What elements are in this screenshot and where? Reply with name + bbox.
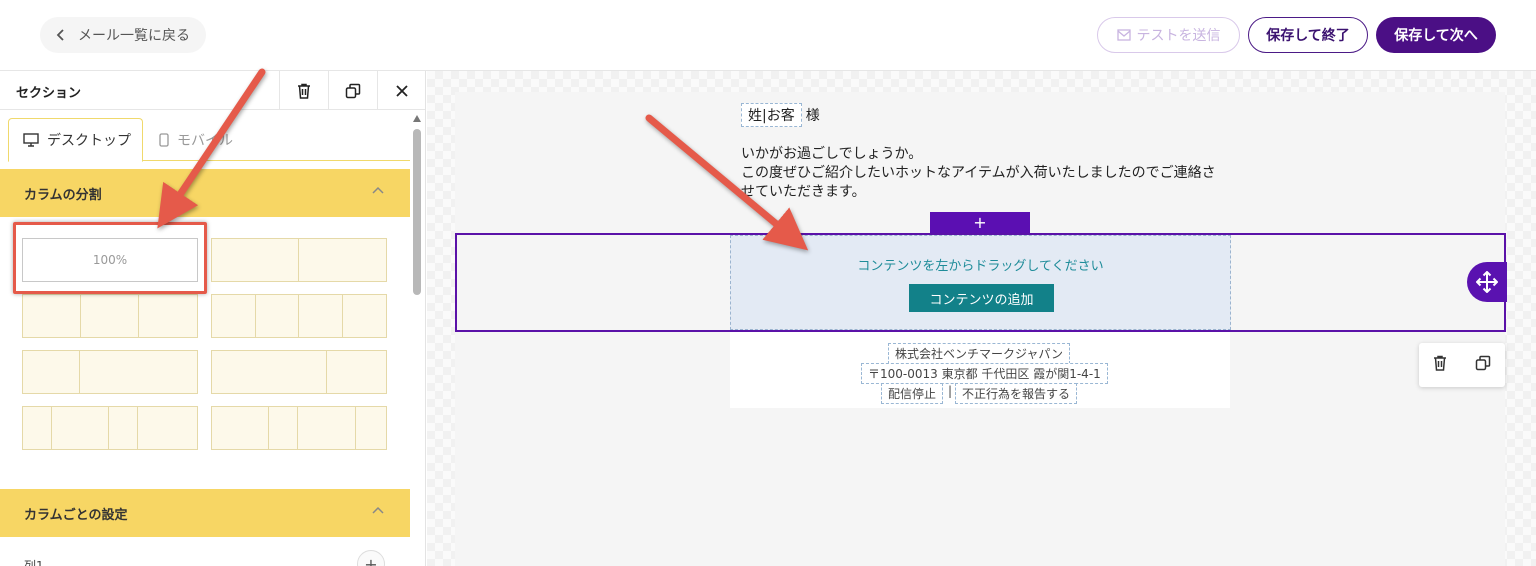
content-dropzone[interactable]: コンテンツを左からドラッグしてください コンテンツの追加: [730, 235, 1231, 330]
scroll-thumb[interactable]: [413, 129, 421, 295]
send-test-label: テストを送信: [1136, 28, 1221, 44]
footer-company[interactable]: 株式会社ベンチマークジャパン: [888, 343, 1071, 364]
panel-header: セクション: [0, 71, 425, 110]
close-icon: [395, 84, 408, 97]
mobile-icon: [159, 132, 169, 147]
desktop-icon: [23, 133, 39, 147]
intro-paragraph: いかがお過ごしでしょうか。 この度ぜひご紹介したいホットなアイテムが入荷いたしま…: [741, 145, 1221, 202]
unsubscribe-link[interactable]: 配信停止: [881, 383, 944, 404]
copy-icon: [345, 83, 360, 98]
chevron-up-icon: [372, 506, 384, 514]
tab-mobile[interactable]: モバイル: [145, 118, 265, 161]
save-and-exit-button[interactable]: 保存して終了: [1248, 17, 1368, 53]
section-settings-panel: セクション デスクトップ モバイル カラムの分割 100% カラムごとの設定 列…: [0, 71, 426, 566]
layout-option-33-33-33[interactable]: [22, 294, 198, 338]
delete-section-button[interactable]: [1433, 355, 1447, 375]
tab-desktop-label: デスクトップ: [47, 133, 131, 149]
column-settings-accordion[interactable]: カラムごとの設定: [0, 489, 410, 537]
move-arrows-icon: [1476, 271, 1498, 293]
footer-separator: |: [948, 384, 953, 398]
greeting-line: 姓|お客 様: [741, 103, 820, 127]
panel-title: セクション: [16, 86, 82, 101]
column-row-label: 列1: [24, 559, 44, 566]
layout-option-25x4[interactable]: [211, 294, 387, 338]
back-label: メール一覧に戻る: [78, 28, 190, 44]
back-to-mail-list-button[interactable]: メール一覧に戻る: [40, 17, 206, 53]
add-content-button[interactable]: コンテンツの追加: [909, 284, 1054, 312]
mail-icon: [1116, 29, 1131, 41]
column-split-accordion[interactable]: カラムの分割: [0, 169, 410, 217]
add-row-above-button[interactable]: +: [930, 212, 1030, 233]
merge-tag-last-name[interactable]: 姓|お客: [741, 103, 802, 127]
column-settings-heading: カラムごとの設定: [24, 507, 128, 523]
intro-line-1: いかがお過ごしでしょうか。: [741, 146, 923, 162]
tab-desktop[interactable]: デスクトップ: [8, 118, 143, 162]
email-footer: 株式会社ベンチマークジャパン 〒100-0013 東京都 千代田区 霞が関1-4…: [730, 332, 1230, 408]
trash-icon: [1434, 355, 1446, 371]
section-action-toolbar: [1419, 343, 1505, 387]
layout-option-67-33[interactable]: [211, 350, 387, 394]
close-panel-button[interactable]: [377, 71, 425, 110]
footer-address[interactable]: 〒100-0013 東京都 千代田区 霞が関1-4-1: [861, 363, 1108, 384]
save-and-next-button[interactable]: 保存して次へ: [1376, 17, 1496, 53]
device-tabs: デスクトップ モバイル: [8, 118, 410, 162]
honorific: 様: [805, 108, 820, 124]
annotation-highlight-box: [13, 222, 207, 294]
trash-icon: [297, 83, 310, 99]
top-bar: メール一覧に戻る テストを送信 保存して終了 保存して次へ: [0, 0, 1536, 71]
panel-scrollbar[interactable]: [411, 115, 423, 566]
layout-option-16-33-16-33[interactable]: [22, 406, 198, 450]
duplicate-section-button[interactable]: [1475, 355, 1491, 375]
tab-mobile-label: モバイル: [177, 132, 233, 149]
dropzone-instruction: コンテンツを左からドラッグしてください: [857, 259, 1104, 274]
move-section-handle[interactable]: [1467, 262, 1507, 302]
intro-line-2: この度ぜひご紹介したいホットなアイテムが入荷いたしましたのでご連絡させていただき…: [741, 165, 1216, 200]
duplicate-section-button[interactable]: [328, 71, 376, 110]
report-abuse-link[interactable]: 不正行為を報告する: [955, 383, 1078, 404]
chevron-left-icon: [56, 29, 64, 41]
send-test-button[interactable]: テストを送信: [1097, 17, 1240, 53]
copy-icon: [1475, 355, 1491, 371]
add-column-button[interactable]: +: [357, 550, 385, 566]
layout-option-33-67[interactable]: [22, 350, 198, 394]
layout-option-33-16-33-16[interactable]: [211, 406, 387, 450]
delete-section-button[interactable]: [279, 71, 327, 110]
column-split-heading: カラムの分割: [24, 187, 102, 203]
layout-option-50-50[interactable]: [211, 238, 387, 282]
chevron-up-icon: [372, 186, 384, 194]
scroll-up-arrow-icon[interactable]: [413, 115, 421, 122]
